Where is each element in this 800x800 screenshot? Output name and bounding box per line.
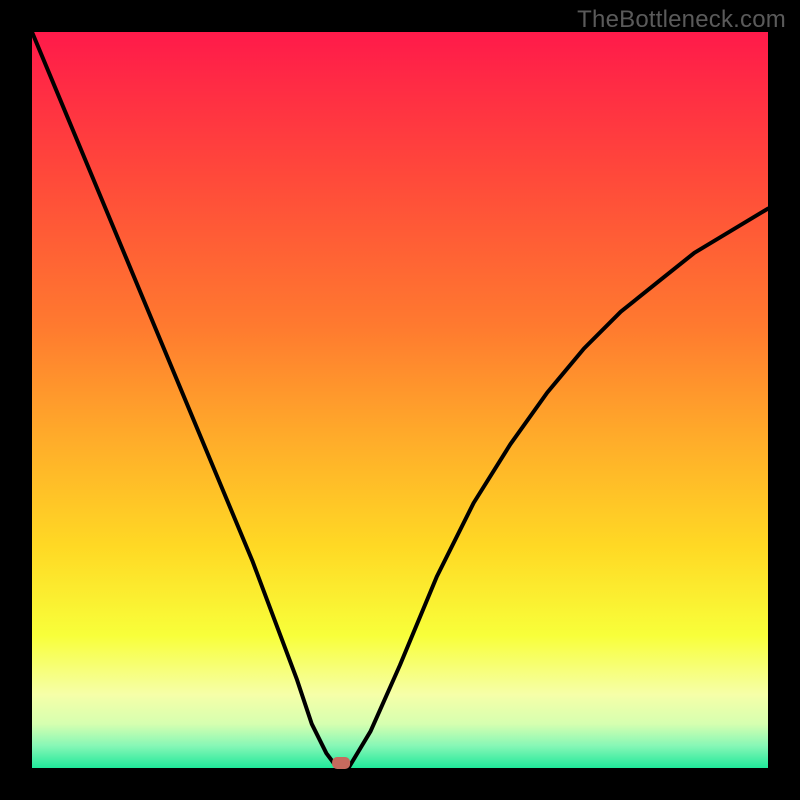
chart-frame: TheBottleneck.com xyxy=(0,0,800,800)
bottleneck-chart xyxy=(0,0,800,800)
watermark-text: TheBottleneck.com xyxy=(577,6,786,34)
chart-plot-area xyxy=(32,32,768,768)
optimal-point-marker xyxy=(332,757,350,769)
